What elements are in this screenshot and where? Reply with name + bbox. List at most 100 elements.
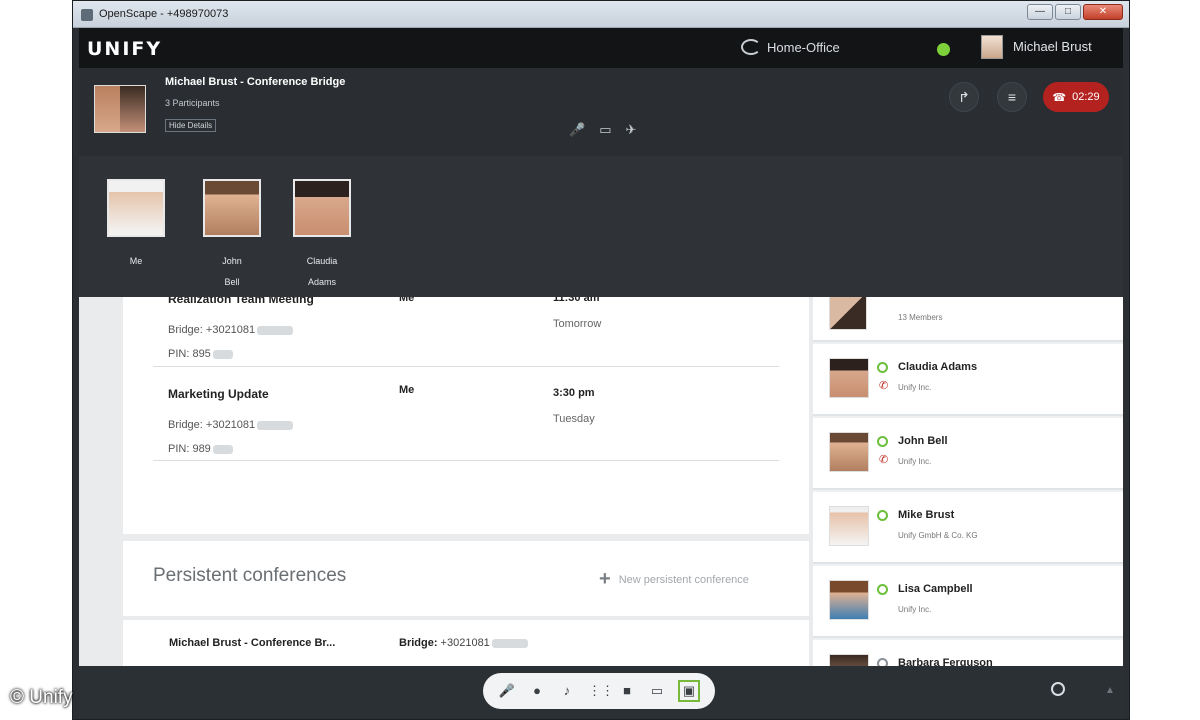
hangup-icon: ☎ bbox=[1052, 91, 1067, 104]
presence-status-icon[interactable] bbox=[937, 43, 950, 56]
transfer-button[interactable]: ↱ bbox=[949, 82, 979, 112]
meeting-title: Marketing Update bbox=[168, 387, 269, 401]
microphone-icon[interactable]: 🎤 bbox=[569, 122, 585, 138]
plus-icon: + bbox=[599, 568, 611, 590]
unify-logo: UNIFY bbox=[87, 38, 163, 60]
contact-name: Claudia Adams bbox=[898, 361, 978, 373]
persistent-conferences-title: Persistent conferences bbox=[153, 565, 347, 586]
persistent-conferences-header: Persistent conferences + New persistent … bbox=[123, 541, 809, 616]
participant-claudia-adams[interactable]: Claudia Adams bbox=[292, 179, 352, 293]
participants-toggle-icon[interactable]: ▣ bbox=[678, 680, 700, 702]
participants-panel: Me John Bell Claudia Adams bbox=[79, 156, 1123, 297]
available-status-icon bbox=[877, 362, 888, 373]
meeting-day: Tuesday bbox=[553, 413, 595, 425]
meeting-item[interactable]: Marketing Update Me 3:30 pm Tuesday Brid… bbox=[153, 380, 779, 474]
participant-name: Me bbox=[129, 256, 143, 266]
dialpad-icon[interactable]: ⋮⋮ bbox=[588, 682, 614, 700]
call-timer: 02:29 bbox=[1072, 91, 1100, 103]
microphone-icon[interactable]: 🎤 bbox=[498, 682, 516, 700]
call-controls: 🎤 ● ♪ ⋮⋮ ■ ▭ ▣ bbox=[483, 673, 715, 709]
contact-photo bbox=[829, 580, 869, 620]
maximize-button[interactable]: □ bbox=[1055, 4, 1081, 20]
contact-item[interactable]: Lisa Campbell Unify Inc. bbox=[813, 566, 1123, 638]
persistent-conference-bridge: Bridge: +3021081 bbox=[399, 637, 528, 649]
window-titlebar: OpenScape - +498970073 — □ ✕ bbox=[73, 1, 1129, 28]
copyright-watermark: © Unify bbox=[10, 687, 73, 708]
meeting-day: Tomorrow bbox=[553, 318, 602, 330]
participant-me[interactable]: Me bbox=[106, 179, 166, 272]
phone-icon[interactable]: ✆ bbox=[879, 379, 888, 392]
screen-share-icon[interactable]: ▭ bbox=[599, 122, 611, 138]
bottom-bar: 🎤 ● ♪ ⋮⋮ ■ ▭ ▣ ▲ bbox=[79, 666, 1123, 719]
window-title: OpenScape - +498970073 bbox=[99, 8, 229, 20]
participant-count: 3 Participants bbox=[165, 98, 220, 108]
persistent-conference-row[interactable]: Michael Brust - Conference Br... Bridge:… bbox=[123, 620, 809, 666]
meeting-time: 3:30 pm bbox=[553, 387, 595, 399]
contact-item[interactable]: Barbara Ferguson bbox=[813, 640, 1123, 666]
meeting-owner: Me bbox=[399, 384, 415, 396]
contact-item[interactable]: Mike Brust Unify GmbH & Co. KG bbox=[813, 492, 1123, 564]
contact-org: Unify GmbH & Co. KG bbox=[898, 531, 978, 540]
expand-icon[interactable]: ▲ bbox=[1105, 685, 1115, 696]
meeting-bridge: Bridge: +3021081 bbox=[168, 324, 294, 336]
contact-item[interactable]: ✆ John Bell Unify Inc. bbox=[813, 418, 1123, 490]
record-icon[interactable]: ● bbox=[528, 682, 546, 700]
contact-org: Unify Inc. bbox=[898, 383, 932, 392]
new-persistent-label: New persistent conference bbox=[618, 573, 749, 586]
contact-photo bbox=[829, 506, 869, 546]
contact-item[interactable]: ✆ Claudia Adams Unify Inc. bbox=[813, 344, 1123, 416]
phone-icon[interactable]: ✆ bbox=[879, 453, 888, 466]
participant-photo bbox=[203, 179, 261, 237]
hide-details-button[interactable]: Hide Details bbox=[165, 119, 217, 132]
contacts-list: 13 Members ✆ Claudia Adams Unify Inc. ✆ … bbox=[813, 286, 1123, 666]
divider bbox=[153, 366, 779, 367]
participant-face-image bbox=[120, 86, 145, 132]
location-label: Home-Office bbox=[767, 39, 840, 55]
available-status-icon bbox=[877, 510, 888, 521]
window-controls: — □ ✕ bbox=[1027, 4, 1123, 20]
available-status-icon bbox=[877, 584, 888, 595]
participant-photo bbox=[293, 179, 351, 237]
offline-status-icon bbox=[877, 658, 888, 666]
meeting-bridge: Bridge: +3021081 bbox=[168, 419, 294, 431]
group-avatar bbox=[829, 292, 867, 330]
participant-name: John Bell bbox=[222, 256, 242, 287]
call-media-icons: 🎤 ▭ ✈ bbox=[569, 122, 636, 138]
contact-photo bbox=[829, 358, 869, 398]
contact-org: Unify Inc. bbox=[898, 457, 932, 466]
participant-face-image bbox=[95, 86, 120, 132]
end-call-button[interactable]: ☎ 02:29 bbox=[1043, 82, 1109, 112]
close-button[interactable]: ✕ bbox=[1083, 4, 1123, 20]
contact-org: 13 Members bbox=[898, 313, 943, 322]
location-selector[interactable]: Home-Office bbox=[741, 39, 840, 55]
contact-name: John Bell bbox=[898, 435, 948, 447]
minimize-button[interactable]: — bbox=[1027, 4, 1053, 20]
screenshot-stage: OpenScape - +498970073 — □ ✕ UNIFY Home-… bbox=[0, 0, 1200, 720]
new-persistent-conference-button[interactable]: + New persistent conference bbox=[599, 568, 749, 591]
participant-john-bell[interactable]: John Bell bbox=[202, 179, 262, 293]
active-call-header: Michael Brust - Conference Bridge 3 Part… bbox=[79, 68, 1123, 156]
meeting-pin: PIN: 989 bbox=[168, 443, 233, 455]
hold-icon[interactable]: ♪ bbox=[558, 682, 576, 700]
available-status-icon bbox=[877, 436, 888, 447]
settings-circle-icon[interactable] bbox=[1051, 682, 1065, 696]
persistent-conference-name: Michael Brust - Conference Br... bbox=[169, 637, 336, 649]
contact-photo bbox=[829, 654, 869, 666]
screen-share-icon[interactable]: ▭ bbox=[648, 682, 666, 700]
top-bar: UNIFY Home-Office Michael Brust bbox=[79, 28, 1123, 68]
participant-photo bbox=[107, 179, 165, 237]
video-icon[interactable]: ■ bbox=[618, 682, 636, 700]
contact-org: Unify Inc. bbox=[898, 605, 932, 614]
user-avatar[interactable] bbox=[981, 35, 1003, 59]
contact-name: Mike Brust bbox=[898, 509, 955, 521]
menu-button[interactable]: ≡ bbox=[997, 82, 1027, 112]
app-icon bbox=[81, 9, 93, 21]
divider bbox=[153, 460, 779, 461]
headset-icon bbox=[741, 39, 761, 55]
user-name[interactable]: Michael Brust bbox=[1013, 39, 1092, 54]
airplane-icon[interactable]: ✈ bbox=[625, 122, 636, 138]
meeting-item[interactable]: Realization Team Meeting Me 11:30 am Tom… bbox=[153, 286, 779, 380]
app-window: OpenScape - +498970073 — □ ✕ UNIFY Home-… bbox=[72, 0, 1130, 720]
meeting-pin: PIN: 895 bbox=[168, 348, 233, 360]
contact-photo bbox=[829, 432, 869, 472]
